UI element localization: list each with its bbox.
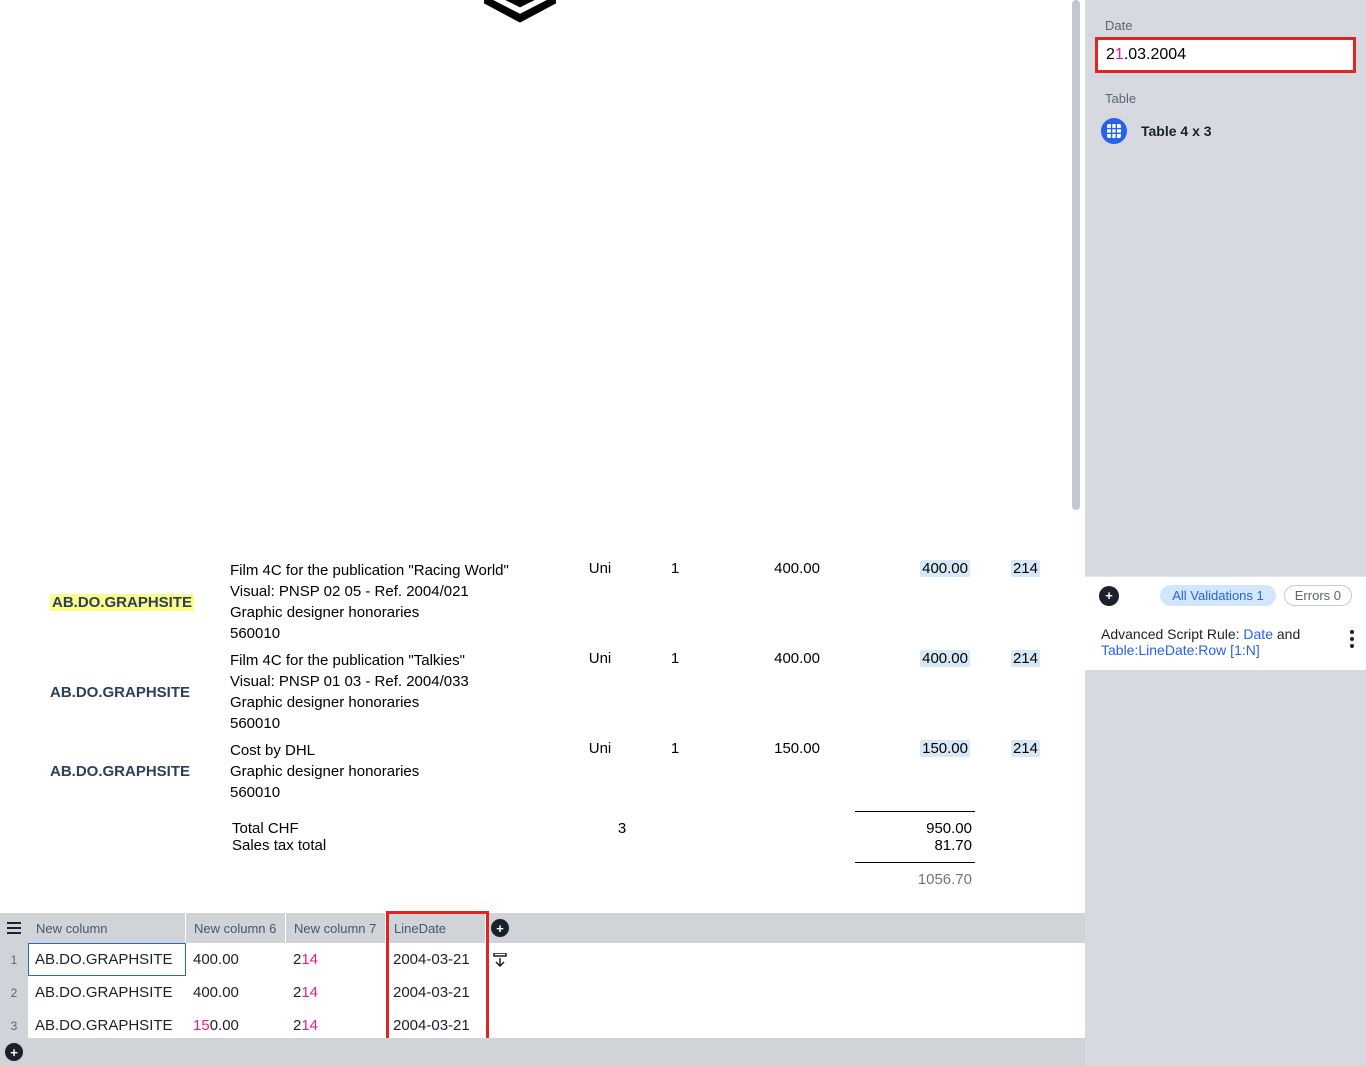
- column-header[interactable]: New column 7: [286, 913, 386, 943]
- item-code: AB.DO.GRAPHSITE: [50, 763, 190, 780]
- grid-cell[interactable]: 400.00: [186, 976, 286, 1009]
- validation-rule-text: Advanced Script Rule: Date and Table:Lin…: [1085, 614, 1366, 670]
- add-validation-button[interactable]: +: [1099, 586, 1119, 606]
- grid-cell[interactable]: 2004-03-21: [386, 943, 486, 976]
- item-code: AB.DO.GRAPHSITE: [50, 594, 194, 611]
- validation-bar: + All Validations 1 Errors 0: [1085, 576, 1366, 615]
- grid-cell[interactable]: AB.DO.GRAPHSITE: [28, 976, 186, 1009]
- rule-link-table[interactable]: Table:LineDate:Row [1:N]: [1101, 642, 1260, 658]
- grid-cell[interactable]: 2004-03-21: [386, 976, 486, 1009]
- item-description: Film 4C for the publication "Racing Worl…: [230, 560, 560, 644]
- grid-cell[interactable]: AB.DO.GRAPHSITE: [28, 943, 186, 976]
- item-unit: Uni: [560, 560, 640, 644]
- grid-cell[interactable]: 214: [286, 976, 386, 1009]
- subtotal-rule: [855, 811, 975, 812]
- table-icon: [1101, 118, 1127, 144]
- add-column-button[interactable]: +: [486, 919, 514, 937]
- grid-menu-icon[interactable]: [0, 922, 28, 934]
- grid-footer: +: [0, 1038, 1085, 1066]
- grid-cell[interactable]: 214: [286, 943, 386, 976]
- row-number: 2: [0, 976, 28, 1009]
- item-code: AB.DO.GRAPHSITE: [50, 684, 190, 701]
- column-header[interactable]: New column: [28, 913, 186, 943]
- tax-row: Sales tax total 81.70: [0, 837, 1085, 854]
- table-field-label: Table: [1085, 73, 1366, 110]
- grid-cell[interactable]: 400.00: [186, 943, 286, 976]
- viewer-scrollbar-thumb[interactable]: [1072, 0, 1080, 510]
- item-tax: 214: [1011, 560, 1040, 577]
- rule-link-date[interactable]: Date: [1243, 626, 1273, 642]
- row-insert-icon[interactable]: [486, 953, 514, 967]
- table-row: 1 AB.DO.GRAPHSITE 400.00 214 2004-03-21: [0, 943, 1085, 976]
- row-number: 1: [0, 943, 28, 976]
- line-item-row: AB.DO.GRAPHSITE Film 4C for the publicat…: [0, 560, 1085, 644]
- item-qty: 1: [640, 560, 710, 644]
- document-body: AB.DO.GRAPHSITE Film 4C for the publicat…: [0, 560, 1085, 888]
- table-chip[interactable]: Table 4 x 3: [1101, 118, 1350, 144]
- line-item-row: AB.DO.GRAPHSITE Cost by DHL Graphic desi…: [0, 740, 1085, 803]
- total-row: Total CHF 3 950.00: [0, 820, 1085, 837]
- hex-logo-icon: [480, 0, 560, 30]
- item-amount: 400.00: [920, 560, 970, 577]
- line-item-row: AB.DO.GRAPHSITE Film 4C for the publicat…: [0, 650, 1085, 734]
- item-description: Cost by DHL Graphic designer honoraries …: [230, 740, 560, 803]
- kebab-menu-icon[interactable]: [1344, 630, 1360, 648]
- item-description: Film 4C for the publication "Talkies" Vi…: [230, 650, 560, 734]
- item-price: 400.00: [710, 560, 820, 644]
- add-row-button[interactable]: +: [5, 1043, 23, 1061]
- document-viewer[interactable]: AB.DO.GRAPHSITE Film 4C for the publicat…: [0, 0, 1085, 913]
- column-header[interactable]: LineDate: [386, 913, 486, 943]
- date-field-label: Date: [1085, 0, 1366, 37]
- extraction-grid: New column New column 6 New column 7 Lin…: [0, 913, 1085, 1042]
- grand-rule: [855, 862, 975, 863]
- errors-pill[interactable]: Errors 0: [1284, 585, 1352, 606]
- table-value: Table 4 x 3: [1141, 123, 1212, 139]
- table-row: 2 AB.DO.GRAPHSITE 400.00 214 2004-03-21: [0, 976, 1085, 1009]
- date-field[interactable]: 21.03.2004: [1095, 37, 1356, 73]
- properties-panel: Date 21.03.2004 Table Table 4 x 3 + All …: [1085, 0, 1366, 1066]
- grand-total-row: 1056.70: [0, 871, 1085, 888]
- validations-pill[interactable]: All Validations 1: [1160, 585, 1276, 606]
- grid-header-row: New column New column 6 New column 7 Lin…: [0, 913, 1085, 943]
- column-header[interactable]: New column 6: [186, 913, 286, 943]
